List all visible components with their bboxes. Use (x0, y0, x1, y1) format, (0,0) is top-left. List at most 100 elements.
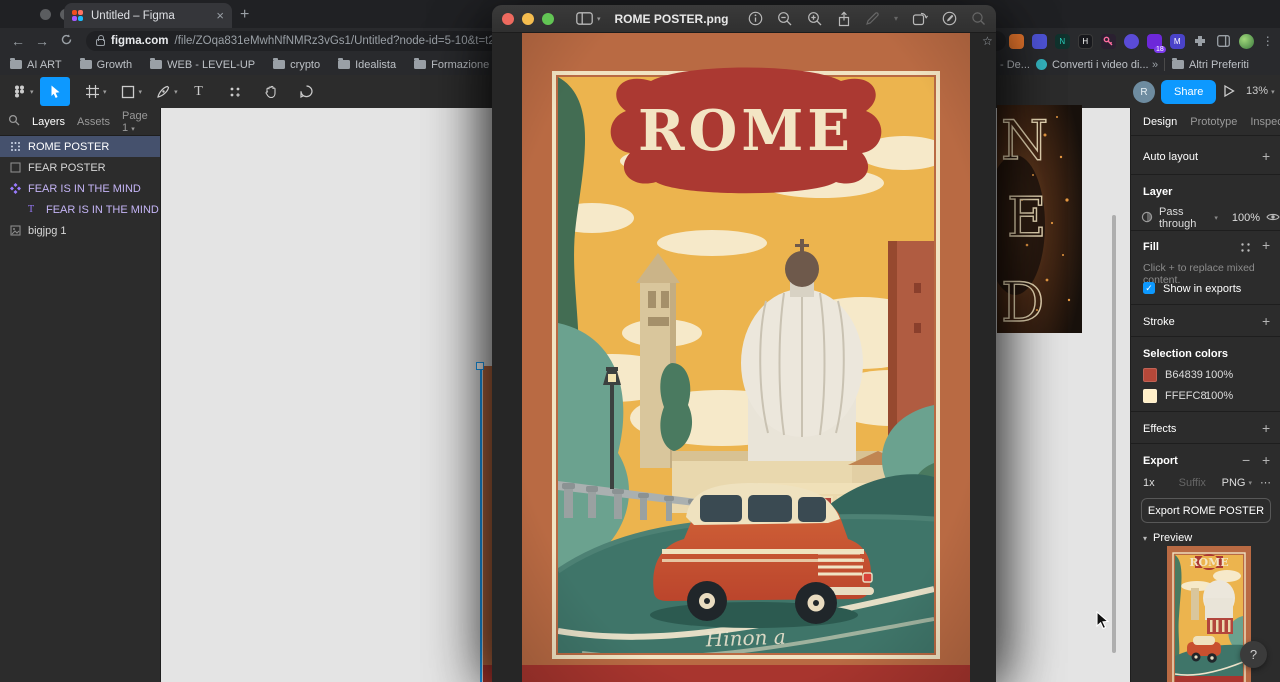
share-button[interactable]: Share (1161, 80, 1217, 104)
panel-search-icon[interactable] (8, 114, 20, 129)
blend-mode-icon[interactable] (1141, 211, 1153, 226)
export-format-select[interactable]: PNG (1222, 477, 1246, 489)
layer-row-fear-poster[interactable]: FEAR POSTER (0, 157, 160, 178)
selection-handle[interactable] (476, 362, 484, 370)
extension-icon-purple-circle[interactable] (1123, 33, 1139, 49)
browser-tab[interactable]: Untitled – Figma × (64, 3, 232, 28)
color-swatch-cream[interactable] (1143, 389, 1157, 403)
export-rome-poster-button[interactable]: Export ROME POSTER (1141, 498, 1271, 523)
tab-close-icon[interactable]: × (216, 8, 224, 23)
bookmark-star-icon[interactable]: ☆ (982, 34, 993, 48)
close-icon[interactable] (502, 12, 514, 25)
show-in-exports-checkbox[interactable]: ✓ (1143, 282, 1155, 294)
extension-icon-h[interactable]: H (1077, 33, 1093, 49)
minimize-icon[interactable] (522, 12, 534, 25)
canvas-scrollbar[interactable] (1112, 215, 1116, 653)
puzzle-icon[interactable] (1193, 34, 1208, 49)
export-preview-thumbnail[interactable]: ROME (1167, 546, 1251, 682)
color-hex[interactable]: B64839 (1165, 369, 1203, 381)
bookmark-web-level-up[interactable]: WEB - LEVEL-UP (150, 58, 255, 71)
layer-row-rome-poster[interactable]: ROME POSTER (0, 136, 160, 157)
preview-titlebar[interactable]: ▾ ROME POSTER.png ▾ (492, 5, 996, 33)
fear-poster-artwork[interactable]: N E D (997, 105, 1082, 333)
layer-opacity-value[interactable]: 100% (1232, 212, 1260, 224)
layer-row-fear-component[interactable]: FEAR IS IN THE MIND (0, 178, 160, 199)
info-icon[interactable] (748, 11, 763, 26)
reload-icon[interactable] (54, 33, 78, 49)
side-panel-icon[interactable] (1216, 34, 1231, 49)
stroke-add-icon[interactable]: + (1262, 314, 1270, 328)
extension-icon-n[interactable]: N (1054, 33, 1070, 49)
browser-avatar[interactable] (1238, 33, 1254, 49)
preview-collapse-icon[interactable]: ▾ (1143, 534, 1147, 543)
export-more-icon[interactable]: ⋯ (1260, 476, 1271, 489)
bookmark-converti[interactable]: Converti i video di... (1036, 59, 1149, 71)
effects-add-icon[interactable]: + (1262, 421, 1270, 435)
sidebar-toggle-icon[interactable]: ▾ (576, 12, 601, 25)
other-favorites[interactable]: Altri Preferiti (1172, 58, 1249, 71)
shape-tool[interactable] (113, 77, 143, 106)
rome-poster-frame-edge[interactable] (483, 366, 492, 682)
bookmark-growth[interactable]: Growth (79, 58, 132, 71)
bookmark-formazione[interactable]: Formazione (414, 58, 489, 71)
tab-assets[interactable]: Assets (77, 116, 110, 128)
color-hex[interactable]: FFEFC8 (1165, 390, 1207, 402)
visibility-eye-icon[interactable] (1266, 212, 1280, 225)
resources-tool[interactable] (220, 77, 250, 106)
comment-tool[interactable] (292, 77, 322, 106)
extension-icon-m[interactable]: M (1169, 33, 1185, 49)
rotate-icon[interactable] (912, 11, 928, 26)
export-add-icon[interactable]: + (1262, 453, 1270, 467)
tab-design[interactable]: Design (1143, 116, 1177, 128)
zoom-select[interactable]: 13% ▾ (1246, 85, 1275, 97)
extension-icon-key[interactable] (1100, 33, 1116, 49)
tab-prototype[interactable]: Prototype (1190, 116, 1237, 128)
window-close-button[interactable] (40, 9, 51, 20)
browser-menu-icon[interactable]: ⋮ (1262, 34, 1274, 48)
blend-mode-select[interactable]: Pass through (1159, 206, 1208, 230)
bookmark-cut[interactable]: - De... (1000, 59, 1030, 71)
page-selector[interactable]: Page 1 ▾ (122, 110, 152, 134)
layers-panel: Layers Assets Page 1 ▾ ROME POSTER FEAR … (0, 108, 161, 682)
export-remove-icon[interactable]: − (1242, 453, 1250, 467)
back-icon[interactable]: ← (6, 33, 30, 49)
auto-layout-add-icon[interactable]: + (1262, 149, 1270, 163)
pen-tool[interactable] (148, 77, 178, 106)
hand-tool[interactable] (256, 77, 286, 106)
export-scale-select[interactable]: 1x (1143, 477, 1155, 489)
frame-tool[interactable] (77, 77, 107, 106)
layer-row-fear-text[interactable]: T FEAR IS IN THE MIND (0, 199, 160, 220)
color-opacity[interactable]: 100% (1205, 369, 1233, 381)
layer-row-bigjpg[interactable]: bigjpg 1 (0, 220, 160, 241)
bookmarks-overflow-icon[interactable]: » (1152, 59, 1158, 71)
preview-window[interactable]: ▾ ROME POSTER.png ▾ (492, 5, 996, 682)
present-icon[interactable] (1221, 83, 1237, 104)
tab-layers[interactable]: Layers (32, 116, 65, 128)
move-tool[interactable] (39, 77, 70, 106)
help-button[interactable]: ? (1240, 641, 1267, 668)
new-tab-button[interactable]: + (240, 6, 249, 24)
text-tool[interactable]: T (184, 77, 214, 106)
bookmark-idealista[interactable]: Idealista (338, 58, 396, 71)
share-icon[interactable] (837, 11, 851, 27)
zoom-in-icon[interactable] (807, 11, 823, 27)
forward-icon[interactable]: → (30, 33, 54, 49)
annotate-circle-icon[interactable] (942, 11, 957, 26)
bookmark-crypto[interactable]: crypto (273, 58, 320, 71)
folder-icon (414, 58, 427, 69)
fill-add-icon[interactable]: + (1262, 238, 1270, 252)
extension-icon-badge[interactable]: 18 (1146, 33, 1166, 53)
fill-section-label: Fill (1143, 241, 1159, 253)
main-menu-icon[interactable] (4, 77, 34, 106)
figma-avatar[interactable]: R (1133, 81, 1155, 103)
zoom-out-icon[interactable] (777, 11, 793, 27)
extension-icon-orange[interactable] (1008, 33, 1024, 49)
color-swatch-red[interactable] (1143, 368, 1157, 382)
styles-icon[interactable] (1240, 242, 1251, 256)
extension-icon-indigo[interactable] (1031, 33, 1047, 49)
maximize-icon[interactable] (542, 12, 554, 25)
tab-inspect[interactable]: Inspect (1250, 116, 1280, 128)
bookmark-ai-art[interactable]: AI ART (10, 58, 62, 71)
color-opacity[interactable]: 100% (1205, 390, 1233, 402)
export-suffix-field[interactable]: Suffix (1179, 477, 1206, 489)
